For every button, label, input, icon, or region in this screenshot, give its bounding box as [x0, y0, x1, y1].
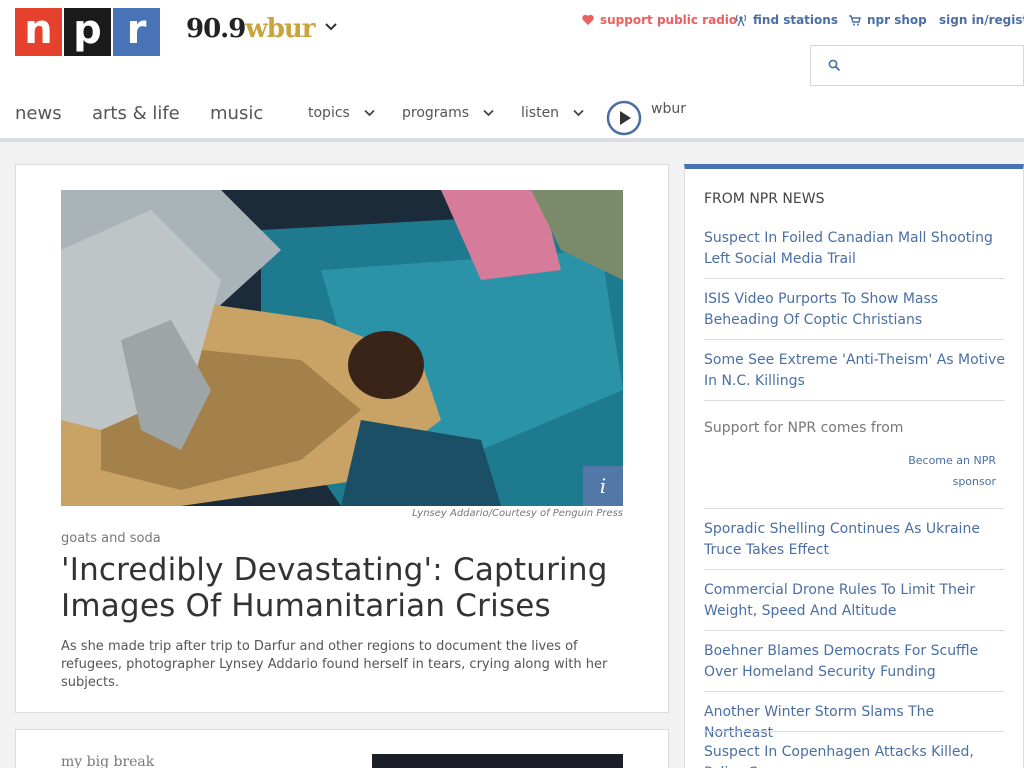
- story-teaser[interactable]: As she made trip after trip to Darfur an…: [61, 638, 631, 692]
- story-headline[interactable]: 'Incredibly Devastating': Capturing Imag…: [61, 552, 631, 624]
- info-icon[interactable]: i: [583, 466, 623, 506]
- cart-icon: [849, 15, 861, 26]
- second-story-image[interactable]: [372, 754, 623, 768]
- shop-link[interactable]: npr shop: [848, 13, 927, 27]
- signin-label: sign in/register: [939, 13, 1024, 27]
- nav-programs[interactable]: programs: [402, 105, 494, 121]
- nav-music[interactable]: music: [210, 103, 263, 124]
- heart-icon: [582, 14, 594, 25]
- divider: [704, 731, 1005, 732]
- nav-topics[interactable]: topics: [308, 105, 375, 121]
- signin-link[interactable]: sign in/register: [939, 13, 1024, 27]
- find-stations-label: find stations: [753, 13, 838, 27]
- news-link[interactable]: Sporadic Shelling Continues As Ukraine T…: [704, 519, 1005, 561]
- chevron-down-icon: [573, 109, 584, 117]
- support-label: support public radio: [600, 13, 738, 27]
- news-link[interactable]: Another Winter Storm Slams The Northeast: [704, 702, 1005, 744]
- sponsor-heading: Support for NPR comes from: [704, 420, 904, 436]
- second-story-card: my big break: [15, 729, 669, 768]
- play-icon[interactable]: [606, 100, 642, 136]
- divider: [704, 508, 1005, 509]
- sidebar-title: FROM NPR NEWS: [704, 191, 825, 207]
- player-station-label: wbur: [651, 101, 686, 117]
- image-credit: Lynsey Addario/Courtesy of Penguin Press: [412, 508, 623, 519]
- nav-news[interactable]: news: [15, 103, 62, 124]
- shop-label: npr shop: [867, 13, 927, 27]
- radio-tower-icon: [735, 14, 747, 27]
- news-link[interactable]: Boehner Blames Democrats For Scuffle Ove…: [704, 641, 1005, 683]
- nav-listen[interactable]: listen: [521, 105, 584, 121]
- feature-image[interactable]: i: [61, 190, 623, 506]
- divider: [704, 278, 1005, 279]
- feature-story-card: i Lynsey Addario/Courtesy of Penguin Pre…: [15, 164, 669, 713]
- news-link[interactable]: Suspect In Foiled Canadian Mall Shooting…: [704, 228, 1005, 270]
- site-header: n p r 90.9wbur support public radio find…: [0, 0, 1024, 142]
- divider: [704, 691, 1005, 692]
- chevron-down-icon: [483, 109, 494, 117]
- feature-photo: [61, 190, 623, 506]
- search-box[interactable]: [810, 45, 1024, 86]
- search-input[interactable]: [849, 52, 1019, 80]
- nav-arts-life[interactable]: arts & life: [92, 103, 180, 124]
- divider: [704, 569, 1005, 570]
- news-link[interactable]: Commercial Drone Rules To Limit Their We…: [704, 580, 1005, 622]
- support-link[interactable]: support public radio: [581, 13, 737, 27]
- nav-topics-label: topics: [308, 105, 350, 121]
- main-nav: news arts & life music topics programs l…: [0, 96, 1024, 136]
- divider: [704, 400, 1005, 401]
- story-slug[interactable]: goats and soda: [61, 531, 161, 546]
- divider: [704, 630, 1005, 631]
- story-slug[interactable]: my big break: [61, 754, 154, 768]
- news-link[interactable]: ISIS Video Purports To Show Mass Beheadi…: [704, 289, 1005, 331]
- divider: [704, 339, 1005, 340]
- find-stations-link[interactable]: find stations: [734, 13, 838, 27]
- utility-nav: support public radio find stations npr s…: [0, 13, 1024, 33]
- news-link[interactable]: Some See Extreme 'Anti-Theism' As Motive…: [704, 350, 1005, 392]
- become-sponsor-link[interactable]: Become an NPR sponsor: [885, 450, 996, 492]
- chevron-down-icon: [364, 109, 375, 117]
- nav-programs-label: programs: [402, 105, 470, 121]
- news-link[interactable]: Suspect In Copenhagen Attacks Killed, Po…: [704, 742, 1005, 768]
- nav-listen-label: listen: [521, 105, 560, 121]
- npr-news-sidebar: FROM NPR NEWS Suspect In Foiled Canadian…: [684, 164, 1024, 768]
- search-icon: [828, 59, 841, 72]
